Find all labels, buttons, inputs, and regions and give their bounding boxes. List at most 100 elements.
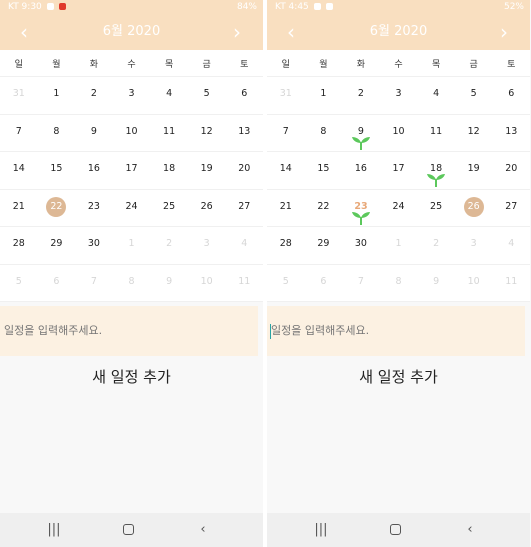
home-icon[interactable]: [375, 513, 415, 547]
day-cell[interactable]: 10: [113, 115, 151, 152]
day-cell[interactable]: 20: [225, 152, 263, 189]
day-cell[interactable]: 5: [455, 77, 493, 114]
next-month-button[interactable]: ›: [225, 14, 249, 50]
day-cell[interactable]: 7: [0, 115, 38, 152]
day-cell[interactable]: 17: [380, 152, 418, 189]
schedule-input[interactable]: [0, 306, 258, 356]
recents-icon[interactable]: |||: [34, 513, 74, 547]
day-cell[interactable]: 11: [492, 265, 530, 302]
day-number: 1: [395, 238, 402, 249]
weekday-label: 목: [164, 59, 174, 70]
day-cell[interactable]: 18: [417, 152, 455, 189]
day-cell[interactable]: 2: [417, 227, 455, 264]
day-cell[interactable]: 3: [188, 227, 226, 264]
day-cell[interactable]: 26: [455, 190, 493, 227]
day-cell[interactable]: 19: [188, 152, 226, 189]
day-cell[interactable]: 6: [305, 265, 343, 302]
day-cell[interactable]: 31: [267, 77, 305, 114]
day-cell[interactable]: 4: [150, 77, 188, 114]
day-cell[interactable]: 11: [417, 115, 455, 152]
day-cell[interactable]: 7: [267, 115, 305, 152]
day-cell[interactable]: 23: [342, 190, 380, 227]
recents-icon[interactable]: |||: [301, 513, 341, 547]
day-cell[interactable]: 19: [455, 152, 493, 189]
day-cell[interactable]: 30: [75, 227, 113, 264]
day-cell[interactable]: 3: [380, 77, 418, 114]
day-cell[interactable]: 29: [38, 227, 76, 264]
day-cell[interactable]: 27: [225, 190, 263, 227]
day-cell[interactable]: 12: [455, 115, 493, 152]
day-cell[interactable]: 8: [380, 265, 418, 302]
day-cell[interactable]: 9: [150, 265, 188, 302]
schedule-input[interactable]: [267, 306, 525, 356]
day-cell[interactable]: 27: [492, 190, 530, 227]
day-cell[interactable]: 7: [75, 265, 113, 302]
day-cell[interactable]: 26: [188, 190, 226, 227]
day-cell[interactable]: 28: [267, 227, 305, 264]
day-cell[interactable]: 11: [150, 115, 188, 152]
day-cell[interactable]: 7: [342, 265, 380, 302]
day-cell[interactable]: 31: [0, 77, 38, 114]
day-cell[interactable]: 1: [113, 227, 151, 264]
day-cell[interactable]: 30: [342, 227, 380, 264]
day-cell[interactable]: 6: [38, 265, 76, 302]
day-cell[interactable]: 1: [380, 227, 418, 264]
day-cell[interactable]: 1: [38, 77, 76, 114]
day-cell[interactable]: 10: [380, 115, 418, 152]
day-cell[interactable]: 22: [38, 190, 76, 227]
day-cell[interactable]: 8: [113, 265, 151, 302]
day-cell[interactable]: 5: [188, 77, 226, 114]
day-cell[interactable]: 15: [38, 152, 76, 189]
day-cell[interactable]: 21: [267, 190, 305, 227]
day-cell[interactable]: 9: [417, 265, 455, 302]
day-cell[interactable]: 15: [305, 152, 343, 189]
day-cell[interactable]: 17: [113, 152, 151, 189]
day-cell[interactable]: 14: [267, 152, 305, 189]
battery-percent: 52%: [503, 2, 524, 12]
day-cell[interactable]: 4: [417, 77, 455, 114]
day-cell[interactable]: 8: [305, 115, 343, 152]
back-icon[interactable]: ‹: [183, 513, 223, 547]
day-cell[interactable]: 29: [305, 227, 343, 264]
day-cell[interactable]: 10: [188, 265, 226, 302]
day-cell[interactable]: 12: [188, 115, 226, 152]
day-cell[interactable]: 11: [225, 265, 263, 302]
day-cell[interactable]: 5: [267, 265, 305, 302]
day-cell[interactable]: 16: [75, 152, 113, 189]
day-cell[interactable]: 10: [455, 265, 493, 302]
day-cell[interactable]: 13: [492, 115, 530, 152]
day-cell[interactable]: 14: [0, 152, 38, 189]
day-cell[interactable]: 9: [75, 115, 113, 152]
day-cell[interactable]: 5: [0, 265, 38, 302]
day-cell[interactable]: 28: [0, 227, 38, 264]
day-cell[interactable]: 3: [113, 77, 151, 114]
day-cell[interactable]: 4: [492, 227, 530, 264]
home-icon[interactable]: [108, 513, 148, 547]
day-cell[interactable]: 2: [75, 77, 113, 114]
day-cell[interactable]: 9: [342, 115, 380, 152]
day-cell[interactable]: 23: [75, 190, 113, 227]
day-number-wrap: 15: [305, 159, 343, 179]
day-cell[interactable]: 2: [342, 77, 380, 114]
day-cell[interactable]: 20: [492, 152, 530, 189]
day-cell[interactable]: 6: [492, 77, 530, 114]
day-cell[interactable]: 1: [305, 77, 343, 114]
day-cell[interactable]: 21: [0, 190, 38, 227]
day-cell[interactable]: 6: [225, 77, 263, 114]
day-cell[interactable]: 25: [417, 190, 455, 227]
day-cell[interactable]: 24: [380, 190, 418, 227]
back-icon[interactable]: ‹: [450, 513, 490, 547]
day-cell[interactable]: 22: [305, 190, 343, 227]
day-cell[interactable]: 25: [150, 190, 188, 227]
next-month-button[interactable]: ›: [492, 14, 516, 50]
day-cell[interactable]: 4: [225, 227, 263, 264]
day-cell[interactable]: 8: [38, 115, 76, 152]
add-schedule-button[interactable]: 새 일정 추가: [0, 366, 263, 390]
day-cell[interactable]: 3: [455, 227, 493, 264]
day-cell[interactable]: 18: [150, 152, 188, 189]
day-cell[interactable]: 13: [225, 115, 263, 152]
day-cell[interactable]: 16: [342, 152, 380, 189]
day-cell[interactable]: 2: [150, 227, 188, 264]
day-cell[interactable]: 24: [113, 190, 151, 227]
add-schedule-button[interactable]: 새 일정 추가: [267, 366, 530, 390]
